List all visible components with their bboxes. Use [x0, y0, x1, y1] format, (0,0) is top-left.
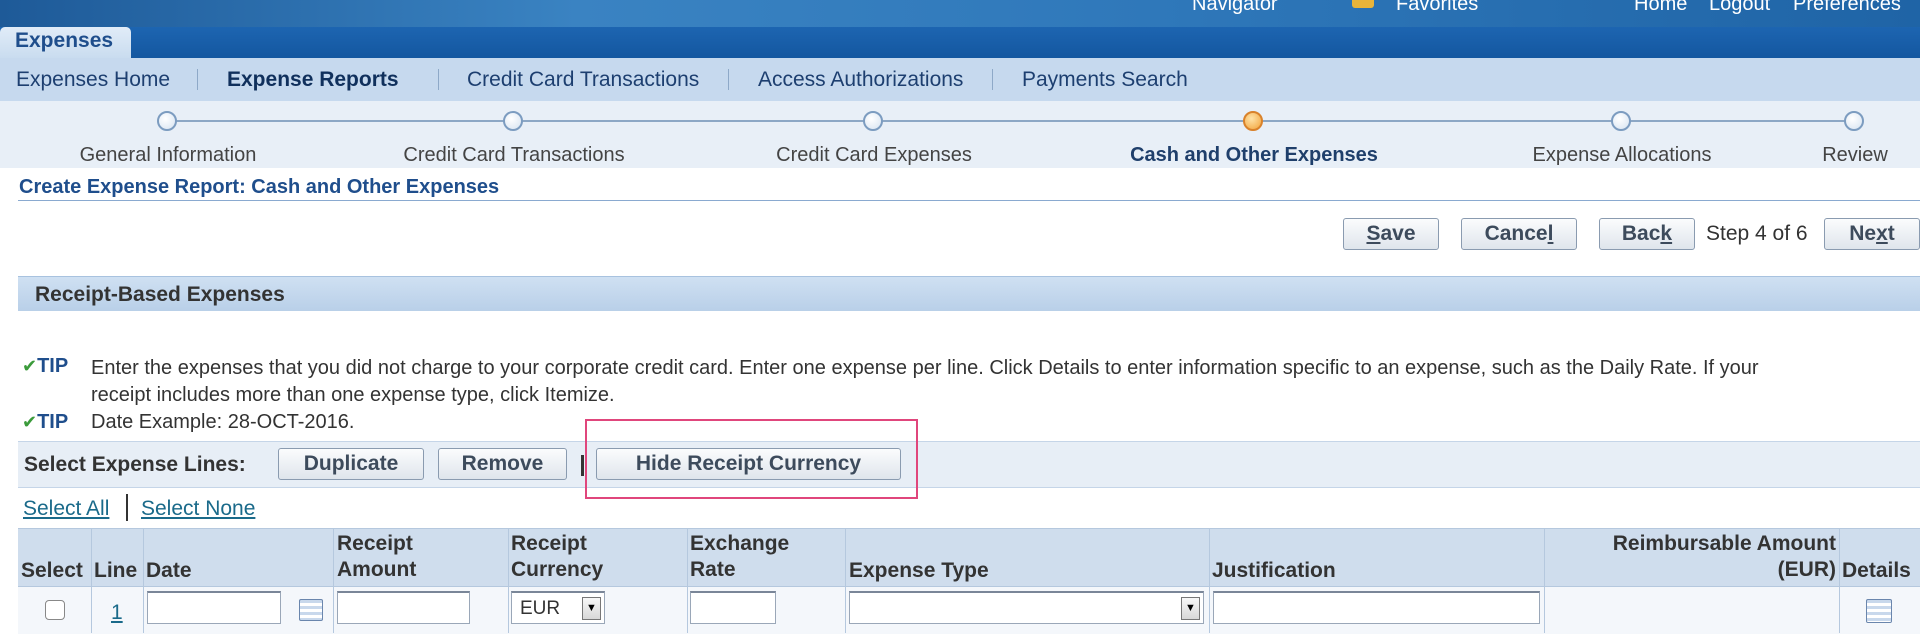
receipt-amount-input[interactable]: [337, 591, 470, 624]
button-separator: [581, 455, 584, 476]
calendar-icon[interactable]: [299, 599, 323, 621]
line-number-link[interactable]: 1: [111, 601, 123, 625]
tab-expenses[interactable]: Expenses: [0, 27, 131, 58]
column-divider: [845, 528, 846, 633]
cancel-button[interactable]: Cancel: [1461, 218, 1577, 250]
preferences-link[interactable]: Preferences: [1793, 0, 1901, 16]
navigator-link[interactable]: Navigator: [1192, 0, 1278, 16]
column-divider: [508, 528, 509, 633]
logout-link[interactable]: Logout: [1709, 0, 1770, 16]
receipt-currency-select[interactable]: EUR ▼: [511, 591, 605, 624]
column-divider: [143, 528, 144, 633]
train-stop-expense-allocations[interactable]: [1611, 111, 1631, 131]
tip-1-line-1: Enter the expenses that you did not char…: [91, 357, 1759, 379]
train-label-cash-and-other-expenses: Cash and Other Expenses: [1130, 144, 1378, 166]
row-select-checkbox[interactable]: [45, 600, 65, 620]
chevron-down-icon: ▼: [1181, 597, 1200, 620]
duplicate-button[interactable]: Duplicate: [278, 448, 424, 480]
column-divider: [1209, 528, 1210, 633]
tip-1-line-2: receipt includes more than one expense t…: [91, 384, 615, 406]
highlight-annotation: [585, 419, 918, 499]
train-label-credit-card-expenses[interactable]: Credit Card Expenses: [776, 144, 972, 167]
column-divider: [333, 528, 334, 633]
details-icon[interactable]: [1866, 599, 1892, 623]
column-divider: [1839, 528, 1840, 633]
train-connector: [168, 120, 1856, 122]
subnav-separator: [992, 69, 993, 90]
exchange-rate-input[interactable]: [690, 591, 776, 624]
train-label-expense-allocations[interactable]: Expense Allocations: [1532, 144, 1711, 167]
section-title: Receipt-Based Expenses: [35, 283, 285, 306]
title-divider: [18, 200, 1920, 201]
train-label-general-information[interactable]: General Information: [80, 144, 257, 167]
next-button[interactable]: Next: [1824, 218, 1920, 250]
justification-input[interactable]: [1213, 591, 1540, 624]
checkmark-icon: ✔: [22, 356, 38, 376]
favorites-icon[interactable]: [1352, 0, 1374, 8]
chevron-down-icon: ▼: [582, 597, 601, 620]
train-label-review[interactable]: Review: [1822, 144, 1888, 167]
tip-1: ✔TIP: [22, 355, 69, 377]
tip-1-text: Enter the expenses that you did not char…: [91, 355, 1759, 409]
page-title: Create Expense Report: Cash and Other Ex…: [19, 176, 500, 198]
subnav-separator: [728, 69, 729, 90]
tip-2-text: Date Example: 28-OCT-2016.: [91, 411, 355, 433]
subnav-separator: [438, 69, 439, 90]
global-header: Navigator Favorites Home Logout Preferen…: [0, 0, 1920, 27]
subnav-credit-card-transactions[interactable]: Credit Card Transactions: [467, 68, 699, 92]
train-stop-review[interactable]: [1844, 111, 1864, 131]
tip-2: ✔TIP: [22, 411, 69, 433]
favorites-link[interactable]: Favorites: [1396, 0, 1478, 16]
train-stop-credit-card-transactions[interactable]: [503, 111, 523, 131]
remove-button[interactable]: Remove: [438, 448, 567, 480]
date-input[interactable]: [147, 591, 281, 624]
column-divider: [1544, 528, 1545, 633]
subnav-payments-search[interactable]: Payments Search: [1022, 68, 1188, 92]
train-stop-credit-card-expenses[interactable]: [863, 111, 883, 131]
link-separator: [126, 494, 128, 521]
checkmark-icon: ✔: [22, 412, 38, 432]
train-stop-cash-and-other-expenses: [1243, 111, 1263, 131]
column-header-reimbursable-amount: Reimbursable Amount (EUR): [1612, 532, 1836, 581]
step-indicator: Step 4 of 6: [1706, 222, 1808, 245]
home-link[interactable]: Home: [1634, 0, 1687, 16]
select-expense-lines-bar: Select Expense Lines: Duplicate Remove H…: [18, 441, 1920, 488]
select-none-link[interactable]: Select None: [141, 497, 255, 521]
subnav-expenses-home[interactable]: Expenses Home: [16, 68, 170, 92]
column-divider: [687, 528, 688, 633]
select-all-link[interactable]: Select All: [23, 497, 109, 521]
subnav-expense-reports[interactable]: Expense Reports: [227, 68, 399, 92]
train-stop-general-information[interactable]: [157, 111, 177, 131]
subnav-separator: [197, 69, 198, 90]
sub-navigation: Expenses Home Expense Reports Credit Car…: [0, 58, 1920, 102]
subnav-access-authorizations[interactable]: Access Authorizations: [758, 68, 963, 92]
section-header: Receipt-Based Expenses: [18, 276, 1920, 312]
module-tab-bar: Expenses: [0, 27, 1920, 58]
process-train: General Information Credit Card Transact…: [0, 101, 1920, 168]
expense-type-select[interactable]: ▼: [849, 591, 1204, 624]
train-label-credit-card-transactions[interactable]: Credit Card Transactions: [403, 144, 624, 167]
column-header-select: Select: [21, 559, 83, 582]
select-expense-lines-label: Select Expense Lines:: [24, 453, 246, 476]
back-button[interactable]: Back: [1599, 218, 1695, 250]
column-divider: [91, 528, 92, 633]
save-button[interactable]: Save: [1343, 218, 1439, 250]
